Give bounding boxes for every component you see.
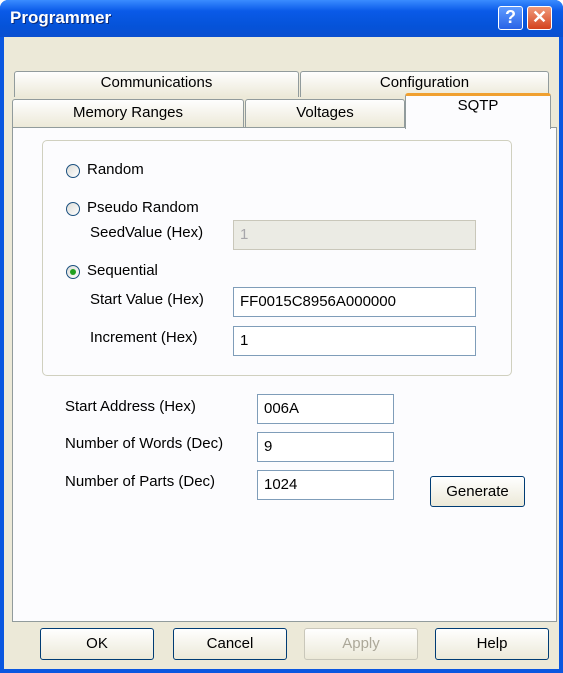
start-address-label: Start Address (Hex) bbox=[65, 398, 196, 415]
title-bar[interactable]: Programmer ? ✕ bbox=[0, 0, 563, 37]
sequential-radio[interactable] bbox=[66, 265, 80, 279]
start-value-label: Start Value (Hex) bbox=[90, 291, 204, 308]
seed-value-input[interactable]: 1 bbox=[233, 220, 476, 250]
tab-memory-ranges[interactable]: Memory Ranges bbox=[12, 99, 244, 127]
tab-sqtp[interactable]: SQTP bbox=[405, 93, 551, 129]
close-button[interactable]: ✕ bbox=[527, 6, 552, 30]
seed-value-label: SeedValue (Hex) bbox=[90, 224, 204, 241]
help-title-button[interactable]: ? bbox=[498, 6, 523, 30]
tab-voltages[interactable]: Voltages bbox=[245, 99, 405, 127]
random-radio[interactable] bbox=[66, 164, 80, 178]
increment-input[interactable]: 1 bbox=[233, 326, 476, 356]
close-icon: ✕ bbox=[531, 7, 548, 27]
num-words-input[interactable]: 9 bbox=[257, 432, 394, 462]
num-parts-input[interactable]: 1024 bbox=[257, 470, 394, 500]
tab-label: Configuration bbox=[379, 74, 470, 91]
tab-label: SQTP bbox=[457, 97, 499, 114]
apply-button[interactable]: Apply bbox=[304, 628, 418, 660]
tab-communications[interactable]: Communications bbox=[14, 71, 299, 97]
start-value-input[interactable]: FF0015C8956A000000 bbox=[233, 287, 476, 317]
num-parts-label: Number of Parts (Dec) bbox=[65, 473, 216, 490]
increment-label: Increment (Hex) bbox=[90, 329, 198, 346]
pseudo-random-label[interactable]: Pseudo Random bbox=[87, 199, 199, 216]
window-title: Programmer bbox=[10, 8, 112, 27]
num-words-label: Number of Words (Dec) bbox=[65, 435, 224, 452]
random-label[interactable]: Random bbox=[87, 161, 144, 178]
ok-button[interactable]: OK bbox=[40, 628, 154, 660]
start-address-input[interactable]: 006A bbox=[257, 394, 394, 424]
pseudo-random-radio[interactable] bbox=[66, 202, 80, 216]
tab-label: Memory Ranges bbox=[72, 104, 184, 121]
generate-button[interactable]: Generate bbox=[430, 476, 525, 507]
help-button[interactable]: Help bbox=[435, 628, 549, 660]
tab-label: Communications bbox=[100, 74, 213, 91]
cancel-button[interactable]: Cancel bbox=[173, 628, 287, 660]
question-icon: ? bbox=[505, 7, 516, 27]
tab-label: Voltages bbox=[296, 104, 354, 121]
sequential-label[interactable]: Sequential bbox=[87, 262, 158, 279]
